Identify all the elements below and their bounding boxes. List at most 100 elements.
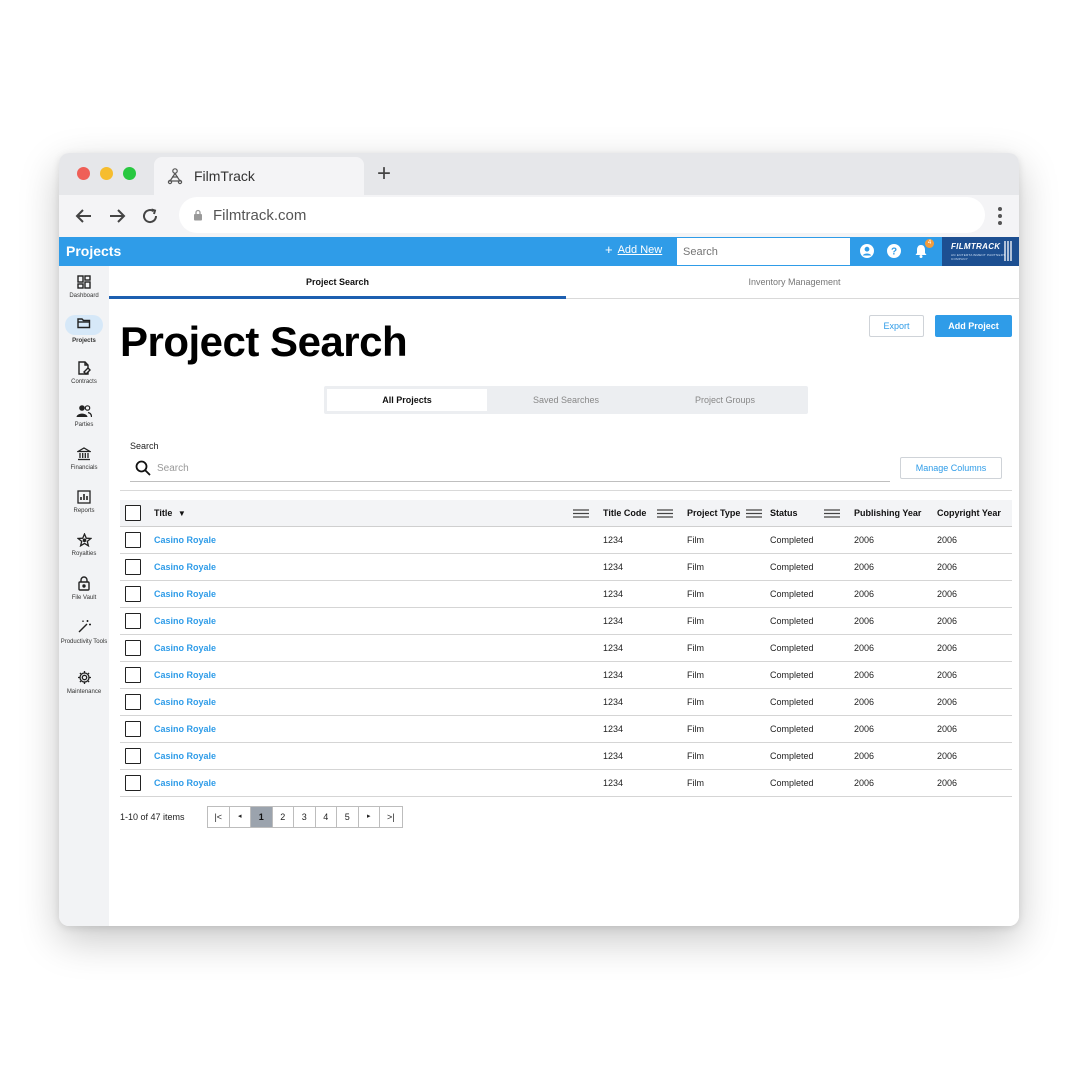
user-account-icon[interactable] [859,243,875,259]
add-new-link[interactable]: + Add New [605,243,662,256]
table-row[interactable]: Casino Royale 1234 Film Completed 2006 2006 [120,527,1012,554]
forward-arrow-icon[interactable] [106,205,128,227]
copyright-year-cell: 2006 [937,589,958,599]
row-checkbox[interactable] [125,640,141,656]
select-all-checkbox[interactable] [125,505,141,521]
table-row[interactable]: Casino Royale 1234 Film Completed 2006 2006 [120,662,1012,689]
project-search-input[interactable]: Search [130,455,890,482]
export-button[interactable]: Export [869,315,924,337]
manage-columns-button[interactable]: Manage Columns [900,457,1002,479]
project-title-link[interactable]: Casino Royale [154,662,216,689]
project-title-link[interactable]: Casino Royale [154,770,216,797]
row-checkbox[interactable] [125,559,141,575]
sidebar-item-dashboard[interactable]: Dashboard [59,275,109,299]
page-button-2[interactable]: 2 [273,807,294,827]
tab-project-search[interactable]: Project Search [109,266,566,299]
sidebar-item-parties[interactable]: Parties [59,404,109,428]
global-search-input[interactable] [676,237,851,266]
notifications-bell[interactable]: 4 [913,239,934,259]
column-header-title-code[interactable]: Title Code [603,500,646,527]
column-header-project-type[interactable]: Project Type [687,500,740,527]
row-checkbox[interactable] [125,667,141,683]
column-drag-handle-icon[interactable] [573,509,589,518]
tab-inventory-management[interactable]: Inventory Management [566,266,1019,299]
maximize-window-button[interactable] [123,167,136,180]
row-checkbox[interactable] [125,586,141,602]
column-drag-handle-icon[interactable] [824,509,840,518]
project-title-link[interactable]: Casino Royale [154,581,216,608]
page-button-4[interactable]: 4 [316,807,337,827]
table-row[interactable]: Casino Royale 1234 Film Completed 2006 2006 [120,554,1012,581]
table-row[interactable]: Casino Royale 1234 Film Completed 2006 2006 [120,770,1012,797]
project-type-cell: Film [687,751,704,761]
table-row[interactable]: Casino Royale 1234 Film Completed 2006 2006 [120,716,1012,743]
project-title-link[interactable]: Casino Royale [154,689,216,716]
filmtrack-logo[interactable]: FilmTrack AN ENTERTAINMENT PARTNERS COMP… [942,237,1019,266]
browser-menu-icon[interactable] [997,205,1003,227]
sidebar-item-maintenance[interactable]: Maintenance [59,670,109,695]
sidebar-item-contracts[interactable]: Contracts [59,361,109,385]
row-checkbox[interactable] [125,775,141,791]
column-header-title[interactable]: Title ▼ [154,500,186,527]
segment-project-groups[interactable]: Project Groups [645,389,805,411]
sidebar-item-file-vault[interactable]: File Vault [59,576,109,601]
status-cell: Completed [770,643,814,653]
column-header-publishing-year[interactable]: Publishing Year [854,500,921,527]
previous-page-button[interactable]: ◂ [230,807,251,827]
publishing-year-cell: 2006 [854,589,875,599]
table-row[interactable]: Casino Royale 1234 Film Completed 2006 2006 [120,581,1012,608]
page-button-1[interactable]: 1 [251,807,273,827]
first-page-button[interactable]: |< [208,807,230,827]
back-arrow-icon[interactable] [73,205,95,227]
project-type-cell: Film [687,616,704,626]
reload-icon[interactable] [139,205,161,227]
column-header-copyright-year[interactable]: Copyright Year [937,500,1001,527]
segment-saved-searches[interactable]: Saved Searches [486,389,646,411]
table-row[interactable]: Casino Royale 1234 Film Completed 2006 2006 [120,743,1012,770]
project-type-cell: Film [687,778,704,788]
project-title-link[interactable]: Casino Royale [154,527,216,554]
pagination-summary: 1-10 of 47 items [120,812,185,822]
project-title-link[interactable]: Casino Royale [154,608,216,635]
address-bar[interactable]: Filmtrack.com [179,197,985,233]
star-icon [76,533,92,547]
page-button-5[interactable]: 5 [337,807,359,827]
row-checkbox[interactable] [125,748,141,764]
new-tab-button[interactable]: + [377,161,391,187]
browser-tab[interactable]: FilmTrack [154,157,364,195]
segment-all-projects[interactable]: All Projects [327,389,487,411]
minimize-window-button[interactable] [100,167,113,180]
row-checkbox[interactable] [125,694,141,710]
project-title-link[interactable]: Casino Royale [154,743,216,770]
sidebar-item-projects[interactable]: Projects [59,315,109,344]
column-header-status[interactable]: Status [770,500,798,527]
row-checkbox[interactable] [125,721,141,737]
project-title-link[interactable]: Casino Royale [154,716,216,743]
close-window-button[interactable] [77,167,90,180]
column-drag-handle-icon[interactable] [746,509,762,518]
sidebar-item-royalties[interactable]: Royalties [59,533,109,557]
sidebar-item-financials[interactable]: Financials [59,447,109,471]
row-checkbox[interactable] [125,613,141,629]
next-page-button[interactable]: ▸ [359,807,380,827]
publishing-year-cell: 2006 [854,724,875,734]
title-code-cell: 1234 [603,643,624,653]
sort-down-icon[interactable]: ▼ [178,509,186,518]
table-row[interactable]: Casino Royale 1234 Film Completed 2006 2006 [120,689,1012,716]
sidebar-item-reports[interactable]: Reports [59,490,109,514]
row-checkbox[interactable] [125,532,141,548]
add-project-button[interactable]: Add Project [935,315,1012,337]
project-title-link[interactable]: Casino Royale [154,635,216,662]
page-button-3[interactable]: 3 [294,807,316,827]
column-drag-handle-icon[interactable] [657,509,673,518]
table-row[interactable]: Casino Royale 1234 Film Completed 2006 2006 [120,635,1012,662]
title-code-cell: 1234 [603,724,624,734]
help-icon[interactable]: ? [886,243,902,259]
sidebar-item-productivity-tools[interactable]: Productivity Tools [59,619,109,646]
table-row[interactable]: Casino Royale 1234 Film Completed 2006 2006 [120,608,1012,635]
project-title-link[interactable]: Casino Royale [154,554,216,581]
title-code-cell: 1234 [603,697,624,707]
publishing-year-cell: 2006 [854,616,875,626]
sidebar-label: Dashboard [69,293,99,299]
last-page-button[interactable]: >| [380,807,402,827]
